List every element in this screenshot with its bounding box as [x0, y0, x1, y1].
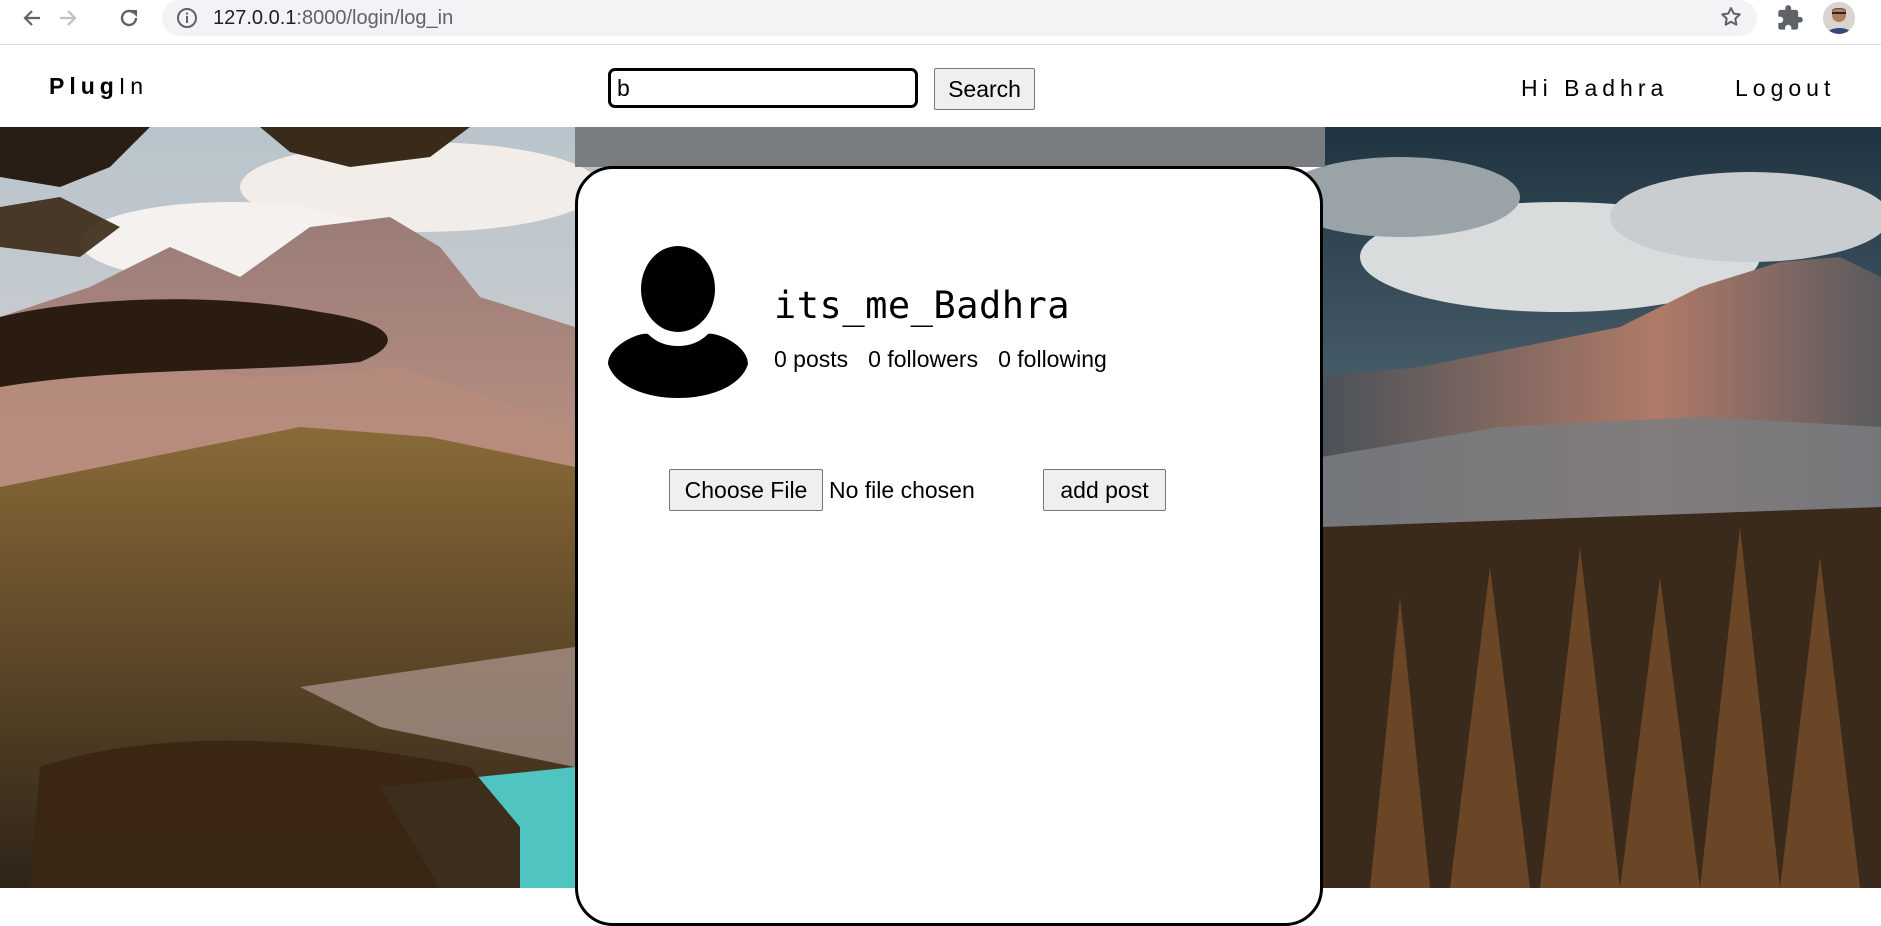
star-icon[interactable]: [1719, 5, 1743, 34]
address-bar[interactable]: 127.0.0.1:8000/login/log_in: [162, 0, 1757, 36]
info-icon[interactable]: [176, 7, 198, 34]
profile-stats: 0 posts 0 followers 0 following: [774, 346, 1127, 373]
puzzle-icon[interactable]: [1776, 4, 1804, 37]
brand-logo[interactable]: PlugIn: [49, 73, 148, 100]
profile-avatar[interactable]: [1823, 2, 1855, 34]
back-arrow-icon[interactable]: [17, 3, 47, 33]
search-button[interactable]: Search: [934, 68, 1035, 110]
following-count[interactable]: 0 following: [998, 346, 1107, 372]
reload-icon[interactable]: [114, 3, 144, 33]
profile-card: its_me_Badhra 0 posts 0 followers 0 follow…: [575, 166, 1323, 926]
url-host: 127.0.0.1: [213, 7, 297, 29]
user-silhouette-icon: [608, 246, 748, 403]
profile-username: its_me_Badhra: [774, 284, 1071, 327]
brand-light: In: [118, 73, 149, 99]
greeting-link[interactable]: Hi Badhra: [1521, 75, 1668, 102]
followers-count[interactable]: 0 followers: [868, 346, 978, 372]
file-status-text: No file chosen: [829, 477, 975, 503]
search-input[interactable]: [608, 68, 918, 108]
browser-toolbar: 127.0.0.1:8000/login/log_in: [0, 0, 1881, 45]
site-header: PlugIn Search Hi Badhra Logout: [0, 45, 1881, 127]
choose-file-button[interactable]: Choose File: [669, 469, 823, 511]
forward-arrow-icon[interactable]: [53, 3, 83, 33]
url-path: :8000/login/log_in: [296, 7, 454, 29]
add-post-button[interactable]: add post: [1043, 469, 1166, 511]
brand-bold: Plug: [49, 73, 119, 99]
logout-link[interactable]: Logout: [1735, 75, 1835, 102]
url-text[interactable]: 127.0.0.1:8000/login/log_in: [213, 7, 453, 30]
posts-count[interactable]: 0 posts: [774, 346, 848, 372]
